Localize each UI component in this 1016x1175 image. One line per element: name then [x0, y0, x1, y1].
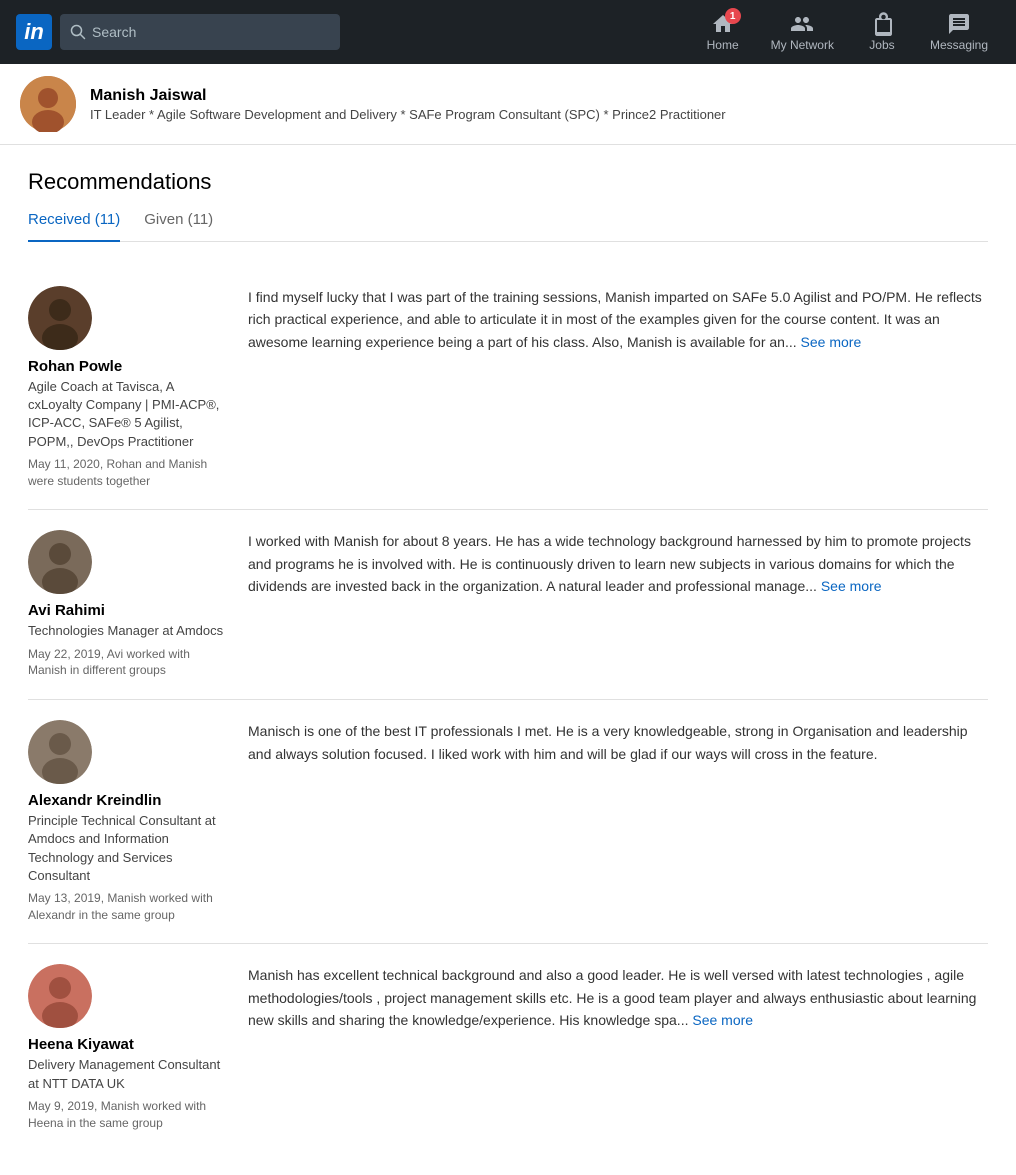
recommender-left-3: Alexandr Kreindlin Principle Technical C… — [28, 720, 228, 923]
nav-item-home[interactable]: 1 Home — [691, 12, 755, 52]
recommender-avatar-1 — [28, 286, 92, 350]
recommender-title-1: Agile Coach at Tavisca, A cxLoyalty Comp… — [28, 378, 228, 451]
tab-received[interactable]: Received (11) — [28, 211, 120, 242]
recommender-left-2: Avi Rahimi Technologies Manager at Amdoc… — [28, 530, 228, 679]
nav-item-messaging[interactable]: Messaging — [918, 12, 1000, 52]
nav-item-my-network[interactable]: My Network — [759, 12, 846, 52]
recommender-left-4: Heena Kiyawat Delivery Management Consul… — [28, 964, 228, 1131]
recommendation-text-4: Manish has excellent technical backgroun… — [248, 964, 988, 1131]
tab-given[interactable]: Given (11) — [144, 211, 213, 242]
recommender-name-1: Rohan Powle — [28, 358, 228, 375]
recommendation-text-3: Manisch is one of the best IT profession… — [248, 720, 988, 923]
see-more-2[interactable]: See more — [821, 578, 882, 594]
search-icon — [70, 24, 86, 40]
recommender-date-2: May 22, 2019, Avi worked with Manish in … — [28, 646, 228, 680]
recommender-name-3: Alexandr Kreindlin — [28, 792, 228, 809]
recommender-date-3: May 13, 2019, Manish worked with Alexand… — [28, 890, 228, 924]
home-label: Home — [707, 38, 739, 52]
jobs-label: Jobs — [869, 38, 894, 52]
recommendation-text-2: I worked with Manish for about 8 years. … — [248, 530, 988, 679]
profile-avatar — [20, 76, 76, 132]
recommender-avatar-2 — [28, 530, 92, 594]
messaging-label: Messaging — [930, 38, 988, 52]
profile-headline: IT Leader * Agile Software Development a… — [90, 107, 726, 122]
see-more-1[interactable]: See more — [801, 334, 862, 350]
recommender-title-4: Delivery Management Consultant at NTT DA… — [28, 1056, 228, 1092]
recommender-date-1: May 11, 2020, Rohan and Manish were stud… — [28, 456, 228, 490]
recommendation-item: Avi Rahimi Technologies Manager at Amdoc… — [28, 510, 988, 700]
see-more-4[interactable]: See more — [692, 1012, 753, 1028]
tabs: Received (11) Given (11) — [28, 211, 988, 242]
search-input[interactable] — [92, 24, 330, 40]
home-icon-wrap: 1 — [711, 12, 735, 36]
recommendation-item: Rohan Powle Agile Coach at Tavisca, A cx… — [28, 266, 988, 510]
linkedin-logo[interactable]: in — [16, 14, 52, 50]
profile-info: Manish Jaiswal IT Leader * Agile Softwar… — [90, 87, 726, 122]
recommender-left-1: Rohan Powle Agile Coach at Tavisca, A cx… — [28, 286, 228, 489]
nav-item-jobs[interactable]: Jobs — [850, 12, 914, 52]
recommender-name-4: Heena Kiyawat — [28, 1036, 228, 1053]
recommender-title-2: Technologies Manager at Amdocs — [28, 622, 228, 640]
profile-name: Manish Jaiswal — [90, 87, 726, 105]
main-content: Recommendations Received (11) Given (11)… — [0, 145, 1016, 1175]
recommender-title-3: Principle Technical Consultant at Amdocs… — [28, 812, 228, 885]
linkedin-logo-text: in — [24, 19, 44, 45]
profile-header: Manish Jaiswal IT Leader * Agile Softwar… — [0, 64, 1016, 145]
recommendation-item: Alexandr Kreindlin Principle Technical C… — [28, 700, 988, 944]
messaging-icon-wrap — [947, 12, 971, 36]
recommendation-text-1: I find myself lucky that I was part of t… — [248, 286, 988, 489]
recommender-date-4: May 9, 2019, Manish worked with Heena in… — [28, 1098, 228, 1132]
my-network-icon-wrap — [790, 12, 814, 36]
section-title: Recommendations — [28, 169, 988, 195]
navbar: in 1 Home — [0, 0, 1016, 64]
recommendations-list: Rohan Powle Agile Coach at Tavisca, A cx… — [28, 266, 988, 1151]
search-bar — [60, 14, 340, 50]
nav-items: 1 Home My Network Jobs — [691, 12, 1000, 52]
my-network-label: My Network — [771, 38, 834, 52]
recommendation-item: Heena Kiyawat Delivery Management Consul… — [28, 944, 988, 1151]
recommender-avatar-3 — [28, 720, 92, 784]
jobs-icon-wrap — [870, 12, 894, 36]
home-notification-badge: 1 — [725, 8, 741, 24]
recommender-avatar-4 — [28, 964, 92, 1028]
recommender-name-2: Avi Rahimi — [28, 602, 228, 619]
